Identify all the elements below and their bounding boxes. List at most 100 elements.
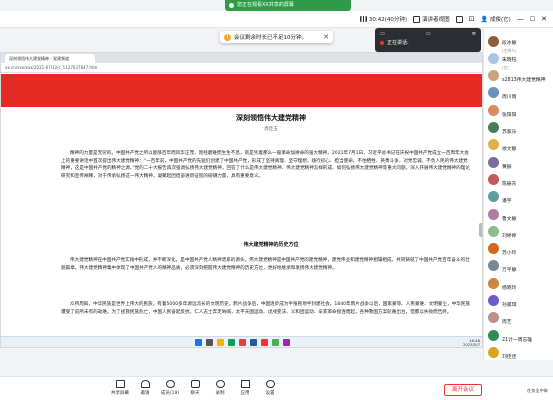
participant-name: 万平静 (502, 268, 517, 274)
avatar (488, 139, 499, 151)
settings-label: 设置 (265, 391, 275, 396)
participant-text: 杨晓玲 (502, 274, 516, 293)
user-menu[interactable]: 👤 成俊(它) (480, 15, 510, 24)
participant-item[interactable]: 刘婷婷 (488, 222, 552, 241)
system-clock[interactable]: 16:48 2023/5/7 (463, 339, 480, 347)
participant-text: 苏小玲 (502, 239, 516, 258)
chat-button[interactable]: 聊天 (184, 380, 206, 396)
participant-text: 苏家乐 (502, 118, 516, 137)
avatar (488, 87, 499, 99)
settings-button[interactable]: 设置 (259, 380, 281, 396)
apps-button[interactable]: 应用 (234, 380, 256, 396)
participant-name: 陈振东 (502, 181, 517, 187)
search-icon[interactable] (206, 339, 213, 346)
fullscreen-icon[interactable] (455, 15, 463, 23)
participant-item[interactable]: 段冰静 (主持人) (488, 34, 552, 53)
pin-icon[interactable]: ⊡ (469, 15, 475, 23)
invite-button[interactable]: 邀请 (134, 380, 156, 396)
participant-item[interactable]: 周川雨 (488, 86, 552, 100)
participant-text: 周川雨 (502, 83, 516, 102)
members-button[interactable]: 成员(19) (159, 380, 181, 396)
participant-text: 万平静 (502, 256, 516, 275)
app-icon[interactable] (261, 339, 268, 346)
participant-name: 刘婷婷 (502, 233, 517, 239)
avatar (488, 243, 499, 255)
participant-item[interactable]: 苏家乐 (488, 121, 552, 135)
avatar (488, 208, 499, 220)
edge-icon[interactable] (228, 339, 235, 346)
meeting-window: 您正在观看XX共享的屏幕 30:42(40分钟) 演讲者视图 ⊡ 👤 成俊(它)… (0, 0, 553, 400)
chat-icon (190, 380, 200, 388)
record-icon (215, 380, 225, 388)
participant-name: 周艺 (502, 320, 512, 326)
browser-address-bar[interactable]: xx.cn/xxx/xxx/2021-07/12/c_1127637847.ht… (1, 63, 482, 73)
avatar (488, 70, 499, 82)
participant-name: 张阳阳 (502, 112, 517, 118)
participant-item[interactable]: 陈振东 (488, 170, 552, 189)
record-label: 录制 (215, 391, 225, 396)
close-icon[interactable]: ✕ (541, 15, 547, 23)
folder-icon[interactable] (217, 339, 224, 346)
participant-item[interactable]: 21计一周志雄 (488, 328, 552, 343)
participant-text: 孙美琪 (502, 291, 516, 310)
participant-item[interactable]: 孙美琪 (488, 294, 552, 308)
participant-name: 苏家乐 (502, 130, 517, 135)
windows-taskbar: 16:48 2023/5/7 (1, 336, 482, 347)
share-screen-button[interactable]: 共享屏幕 (109, 380, 131, 396)
participant-item[interactable]: 徐文静 (488, 138, 552, 152)
speaker-view-toggle[interactable]: 演讲者视图 (413, 15, 450, 23)
minimize-icon[interactable]: — (517, 15, 524, 23)
participant-text: s2813伟大建党精神 (502, 66, 546, 85)
participant-item[interactable]: 黄振 (488, 155, 552, 170)
participant-item[interactable]: 朱晓钰 (它) (488, 51, 552, 70)
gear-icon (265, 380, 275, 388)
browser-tab[interactable]: 深刻领悟伟大建党精神 - 党建频道 (5, 54, 95, 63)
participant-item[interactable]: 周艺 (488, 311, 552, 325)
avatar (488, 260, 499, 272)
participant-name: 潘宇 (502, 199, 512, 205)
start-icon[interactable] (195, 339, 202, 346)
article-paragraph: 精神的力量是无穷的。中国共产党之所以能够百年而风华正茂，饱经磨难而生生不息，就是… (61, 151, 470, 179)
chrome-icon[interactable] (239, 339, 246, 346)
participant-item[interactable]: 杨晓玲 (488, 274, 552, 293)
warning-icon: ! (224, 33, 231, 41)
participant-item[interactable]: 潘宇 (488, 190, 552, 204)
shared-screen[interactable]: 深刻领悟伟大建党精神 - 党建频道 xx.cn/xxx/xxx/2021-07/… (0, 52, 483, 348)
address-text: xx.cn/xxx/xxx/2021-07/12/c_1127637847.ht… (5, 65, 98, 70)
participant-item[interactable]: 鲁文静 (488, 205, 552, 224)
participant-item[interactable]: 万平静 (488, 259, 552, 273)
avatar (488, 346, 499, 358)
avatar (488, 122, 499, 133)
participant-name: s2813伟大建党精神 (502, 78, 546, 84)
participant-name: 孙美琪 (502, 303, 517, 308)
mini-more-icon[interactable]: ≡ (472, 31, 476, 37)
participant-item[interactable]: 苏小玲 (488, 242, 552, 256)
participant-text: 周艺 (502, 308, 512, 327)
sharing-banner[interactable]: 您正在观看XX共享的屏幕 (225, 0, 351, 11)
signal-status[interactable]: 30:42(40分钟) (359, 15, 407, 23)
maximize-icon[interactable]: ☐ (530, 16, 535, 23)
grid-view-icon (413, 15, 421, 23)
participant-item[interactable]: 张阳阳 (488, 103, 552, 118)
participant-text: 刘婷婷 (502, 222, 516, 241)
mini-share-icon[interactable]: ▭ (426, 31, 431, 37)
participant-text: 鲁文静 (502, 205, 516, 224)
meeting-app-icon[interactable] (272, 339, 279, 346)
participant-name: 刘佳佳 (502, 354, 517, 360)
record-button[interactable]: 录制 (209, 380, 231, 396)
word-icon[interactable] (250, 339, 257, 346)
participant-list: 段冰静 (主持人) 朱晓钰 (它) s2813伟大建党精神 周川雨张阳阳苏家乐徐文静黄振陈… (483, 28, 553, 360)
participant-text: 陈振东 (502, 170, 516, 189)
participant-item[interactable]: s2813伟大建党精神 (488, 69, 552, 83)
participant-name: 鲁文静 (502, 216, 517, 222)
mini-camera-icon[interactable]: ▭ (380, 31, 385, 37)
leave-meeting-button[interactable]: 离开会议 (444, 384, 482, 396)
clock-date: 2023/5/7 (462, 342, 480, 347)
floating-control-panel[interactable]: ▭ ▭ ≡ 正在讲话: (375, 28, 481, 52)
site-header-banner (1, 74, 482, 107)
avatar (488, 277, 499, 289)
toast-close-icon[interactable]: ✕ (323, 33, 329, 41)
app-icon[interactable] (283, 339, 290, 346)
participant-item[interactable]: 刘佳佳 (488, 345, 552, 360)
browser-tabbar: 深刻领悟伟大建党精神 - 党建频道 (1, 53, 482, 63)
